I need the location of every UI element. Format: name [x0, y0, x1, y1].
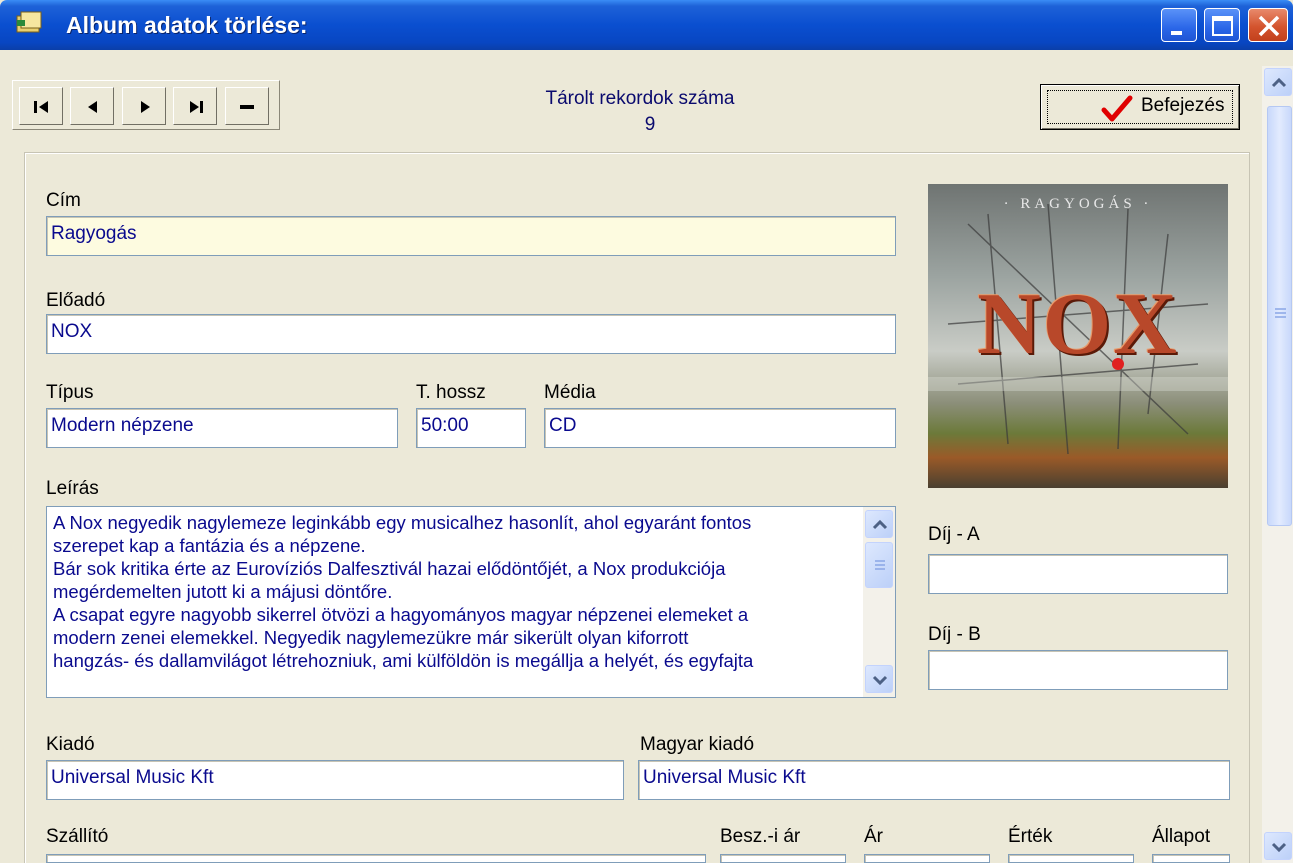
purchase-price-label: Besz.-i ár [720, 826, 801, 847]
window-scrollbar[interactable] [1262, 66, 1293, 863]
description-line: Bár sok kritika érte az Eurovíziós Dalfe… [53, 558, 726, 579]
title-label: Cím [46, 190, 81, 211]
hungarian-publisher-label: Magyar kiadó [640, 734, 755, 755]
description-label: Leírás [46, 478, 99, 499]
minimize-icon [1171, 31, 1182, 35]
previous-icon [88, 101, 97, 113]
cover-title-text: · RAGYOGÁS · [1003, 196, 1153, 212]
scroll-up-button[interactable] [1264, 68, 1292, 96]
title-bar[interactable]: Album adatok törlése: [0, 0, 1293, 50]
supplier-label: Szállító [46, 826, 109, 847]
description-line: A Nox negyedik nagylemeze leginkább egy … [53, 512, 752, 533]
minimize-button[interactable] [1161, 8, 1197, 42]
title-field[interactable]: Ragyogás [46, 216, 896, 256]
description-line: A csapat egyre nagyobb sikerrel ötvözi a… [53, 604, 749, 625]
next-icon [141, 101, 150, 113]
media-field[interactable]: CD [544, 408, 896, 448]
chevron-down-icon [1271, 842, 1287, 853]
last-icon [190, 101, 203, 113]
checkmark-icon [1101, 95, 1133, 122]
description-scroll-thumb[interactable] [865, 542, 893, 588]
chevron-up-icon [1271, 77, 1287, 88]
grip-icon [1275, 308, 1286, 318]
performer-field[interactable]: NOX [46, 314, 896, 354]
description-textarea[interactable]: A Nox negyedik nagylemeze leginkább egy … [46, 506, 896, 698]
purchase-price-field[interactable] [720, 854, 846, 863]
next-record-button[interactable] [122, 87, 166, 125]
award-b-label: Díj - B [928, 624, 981, 645]
type-field[interactable]: Modern népzene [46, 408, 398, 448]
scroll-down-button[interactable] [1264, 832, 1292, 860]
performer-label: Előadó [46, 290, 106, 311]
chevron-up-icon [872, 519, 888, 530]
type-label: Típus [46, 382, 94, 403]
scroll-thumb[interactable] [1267, 106, 1292, 526]
chevron-down-icon [872, 675, 888, 686]
publisher-field[interactable]: Universal Music Kft [46, 760, 624, 800]
finish-button[interactable]: Befejezés [1040, 84, 1240, 130]
publisher-label: Kiadó [46, 734, 95, 755]
value-label: Érték [1008, 826, 1053, 847]
finish-button-label: Befejezés [1141, 95, 1225, 116]
record-count-label: Tárolt rekordok száma [545, 88, 735, 109]
maximize-icon [1212, 16, 1233, 36]
media-label: Média [544, 382, 596, 403]
first-record-button[interactable] [19, 87, 63, 125]
grip-icon [875, 560, 885, 570]
description-scroll-down-button[interactable] [865, 665, 893, 693]
price-label: Ár [864, 826, 883, 847]
description-scrollbar[interactable] [863, 507, 895, 697]
delete-record-button[interactable] [225, 87, 269, 125]
supplier-field[interactable] [46, 854, 706, 863]
record-navigator [12, 80, 280, 130]
description-text: A Nox negyedik nagylemeze leginkább egy … [53, 511, 863, 672]
description-line: megérdemelten jutott ki a májusi döntőre… [53, 581, 393, 602]
record-count-value: 9 [644, 114, 656, 135]
length-label: T. hossz [416, 382, 486, 403]
award-b-field[interactable] [928, 650, 1228, 690]
award-a-field[interactable] [928, 554, 1228, 594]
album-cover-image: · RAGYOGÁS · NOX [928, 184, 1228, 488]
description-line: hangzás- és dallamvilágot létrehozniuk, … [53, 650, 754, 671]
first-icon [34, 101, 48, 113]
price-field[interactable] [864, 854, 990, 863]
hungarian-publisher-field[interactable]: Universal Music Kft [638, 760, 1230, 800]
description-line: szerepet kap a fantázia és a népzene. [53, 535, 366, 556]
length-field[interactable]: 50:00 [416, 408, 526, 448]
description-scroll-up-button[interactable] [865, 510, 893, 538]
last-record-button[interactable] [173, 87, 217, 125]
value-field[interactable] [1008, 854, 1134, 863]
maximize-button[interactable] [1204, 8, 1240, 42]
cover-band-name: NOX [977, 276, 1179, 373]
minus-icon [240, 105, 254, 109]
close-button[interactable] [1248, 8, 1288, 42]
app-icon [16, 11, 42, 33]
award-a-label: Díj - A [928, 524, 980, 545]
previous-record-button[interactable] [70, 87, 114, 125]
window-title: Album adatok törlése: [66, 12, 308, 38]
description-line: modern zenei elemekkel. Negyedik nagylem… [53, 627, 689, 648]
status-label: Állapot [1152, 826, 1211, 847]
status-field[interactable] [1152, 854, 1230, 863]
close-icon [1258, 15, 1280, 37]
